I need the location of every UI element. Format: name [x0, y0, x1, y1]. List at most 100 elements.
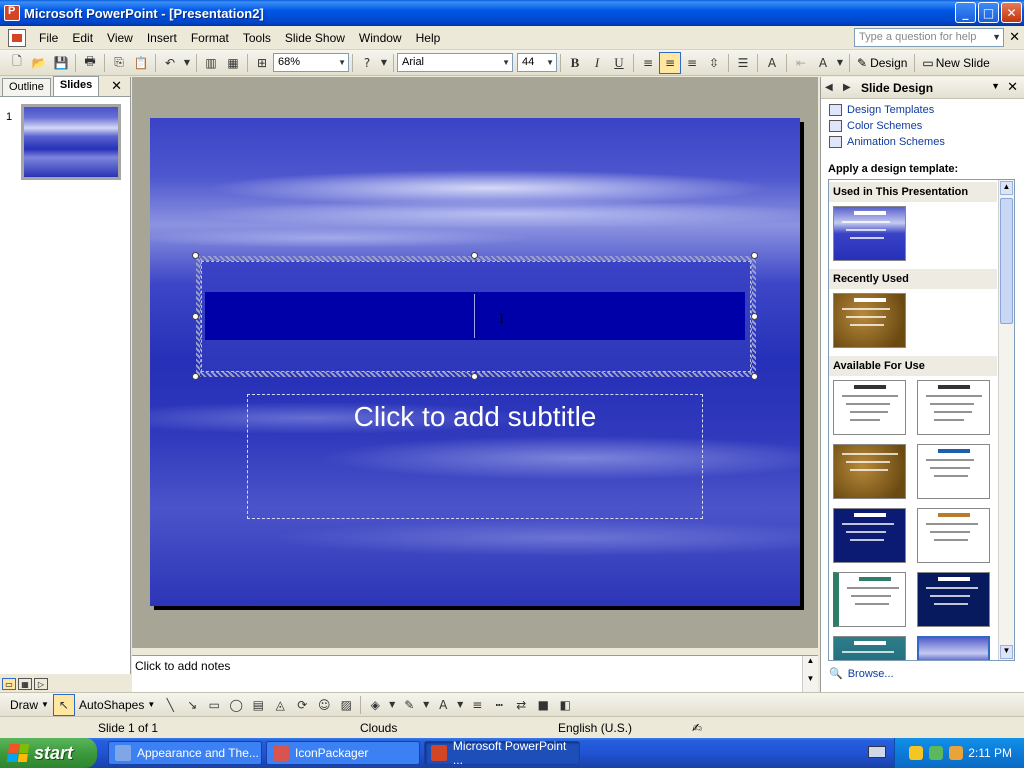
underline-button[interactable]: U	[608, 52, 630, 74]
task-pane-close-icon[interactable]: ✕	[1007, 79, 1018, 95]
back-arrow-icon[interactable]: ◀	[825, 82, 839, 93]
browse-link[interactable]: 🔍 Browse...	[829, 667, 894, 681]
italic-button[interactable]: I	[586, 52, 608, 74]
start-button[interactable]: start	[0, 738, 97, 768]
line-style-icon[interactable]: ≡	[466, 694, 488, 716]
tab-outline[interactable]: Outline	[2, 78, 51, 96]
template-thumbnail[interactable]	[833, 206, 906, 261]
chart-icon[interactable]: ▥	[200, 52, 222, 74]
oval-icon[interactable]: ◯	[225, 694, 247, 716]
font-select[interactable]: Arial ▼	[397, 53, 513, 72]
scroll-up-icon[interactable]: ▲	[1000, 181, 1013, 195]
resize-handle[interactable]	[471, 373, 478, 380]
document-icon[interactable]	[8, 28, 26, 47]
color-schemes-link[interactable]: Color Schemes	[829, 120, 922, 132]
bullets-icon[interactable]: ☰	[732, 52, 754, 74]
chevron-down-icon[interactable]: ▼	[992, 29, 1001, 46]
taskbar-appearance[interactable]: Appearance and The...	[108, 741, 262, 765]
keyboard-icon[interactable]	[868, 746, 886, 758]
template-thumbnail[interactable]	[917, 444, 990, 499]
resize-handle[interactable]	[751, 373, 758, 380]
table-icon[interactable]: ▦	[222, 52, 244, 74]
subtitle-placeholder[interactable]: Click to add subtitle	[247, 394, 703, 519]
align-left-icon[interactable]: ≡	[637, 52, 659, 74]
security-shield-icon[interactable]	[909, 746, 923, 760]
template-thumbnail[interactable]	[833, 380, 906, 435]
new-slide-button[interactable]: ▭ New Slide	[918, 52, 993, 74]
menu-tools[interactable]: Tools	[236, 28, 278, 48]
search-icon[interactable]	[949, 746, 963, 760]
select-objects-icon[interactable]: ↖	[52, 693, 75, 716]
fill-color-dropdown-icon[interactable]: ▼	[386, 694, 398, 716]
normal-view-icon[interactable]: ▭	[2, 678, 16, 690]
menu-format[interactable]: Format	[184, 28, 236, 48]
autoshapes-button[interactable]: AutoShapes ▼	[75, 694, 159, 716]
template-thumbnail[interactable]	[833, 508, 906, 563]
notes-pane[interactable]: Click to add notes ▲ ▼	[132, 655, 818, 693]
font-size-select[interactable]: 44 ▼	[517, 53, 557, 72]
undo-dropdown-icon[interactable]: ▼	[181, 52, 193, 74]
template-thumbnail[interactable]	[833, 444, 906, 499]
fill-color-icon[interactable]: ◈	[364, 694, 386, 716]
resize-handle[interactable]	[751, 252, 758, 259]
line-spacing-icon[interactable]: ⇳	[703, 52, 725, 74]
design-button[interactable]: ✎ Design	[853, 52, 911, 74]
template-thumbnail[interactable]	[917, 508, 990, 563]
wordart-icon[interactable]: ◬	[269, 694, 291, 716]
animation-schemes-link[interactable]: Animation Schemes	[829, 136, 945, 148]
diagram-icon[interactable]: ⟳	[291, 694, 313, 716]
resize-handle[interactable]	[192, 373, 199, 380]
menu-file[interactable]: File	[32, 28, 65, 48]
shadow-icon[interactable]: ■	[532, 694, 554, 716]
slide-sorter-view-icon[interactable]: ▦	[18, 678, 32, 690]
line-icon[interactable]: ╲	[159, 694, 181, 716]
template-thumbnail[interactable]	[833, 636, 906, 660]
template-thumbnail[interactable]	[917, 572, 990, 627]
taskbar-powerpoint[interactable]: Microsoft PowerPoint ...	[424, 739, 580, 767]
clip-art-icon[interactable]: ☺	[313, 694, 335, 716]
align-right-icon[interactable]: ≡	[681, 52, 703, 74]
arrow-icon[interactable]: ↘	[181, 694, 203, 716]
open-icon[interactable]: 📂	[28, 52, 50, 74]
template-thumbnail[interactable]	[833, 293, 906, 348]
template-thumbnail[interactable]	[833, 572, 906, 627]
copy-icon[interactable]: ⎘	[108, 52, 130, 74]
scroll-thumb[interactable]	[1000, 198, 1013, 324]
powerpoint-app-icon[interactable]	[4, 5, 20, 21]
taskbar-iconpackager[interactable]: IconPackager	[266, 741, 420, 765]
line-color-icon[interactable]: ✎	[398, 694, 420, 716]
notes-scrollbar[interactable]: ▲ ▼	[802, 656, 818, 693]
dash-style-icon[interactable]: ┅	[488, 694, 510, 716]
increase-font-icon[interactable]: A	[761, 52, 783, 74]
zoom-select[interactable]: 68% ▼	[273, 53, 349, 72]
template-thumbnail-selected[interactable]	[917, 636, 990, 660]
draw-menu-button[interactable]: Draw ▼	[6, 694, 53, 716]
close-button[interactable]: ✕	[1001, 2, 1022, 23]
gallery-scrollbar[interactable]: ▲ ▼	[998, 180, 1014, 660]
forward-arrow-icon[interactable]: ▶	[843, 82, 857, 93]
menu-insert[interactable]: Insert	[140, 28, 184, 48]
pane-close-icon[interactable]: ✕	[111, 78, 122, 94]
scroll-down-icon[interactable]: ▼	[1000, 645, 1013, 659]
menu-help[interactable]: Help	[409, 28, 448, 48]
help-dropdown-icon[interactable]: ▼	[378, 52, 390, 74]
title-text-selection[interactable]	[205, 292, 745, 340]
menu-window[interactable]: Window	[352, 28, 409, 48]
help-search-input[interactable]: Type a question for help ▼	[854, 28, 1004, 47]
font-color-dropdown-icon[interactable]: ▼	[834, 52, 846, 74]
3d-icon[interactable]: ◧	[554, 694, 576, 716]
decrease-indent-icon[interactable]: ⇤	[790, 52, 812, 74]
grid-icon[interactable]: ⊞	[251, 52, 273, 74]
spellcheck-icon[interactable]: ✍	[692, 721, 702, 735]
print-icon[interactable]: 🖶	[79, 52, 101, 74]
picture-icon[interactable]: ▨	[335, 694, 357, 716]
chevron-down-icon[interactable]: ▼	[991, 81, 1000, 91]
font-color-icon[interactable]: A	[432, 694, 454, 716]
paste-icon[interactable]: 📋	[130, 52, 152, 74]
template-thumbnail[interactable]	[917, 380, 990, 435]
maximize-button[interactable]: □	[978, 2, 999, 23]
line-color-dropdown-icon[interactable]: ▼	[420, 694, 432, 716]
font-color-icon[interactable]: A	[812, 52, 834, 74]
menu-slide-show[interactable]: Slide Show	[278, 28, 352, 48]
slide-thumbnail[interactable]	[21, 104, 121, 180]
